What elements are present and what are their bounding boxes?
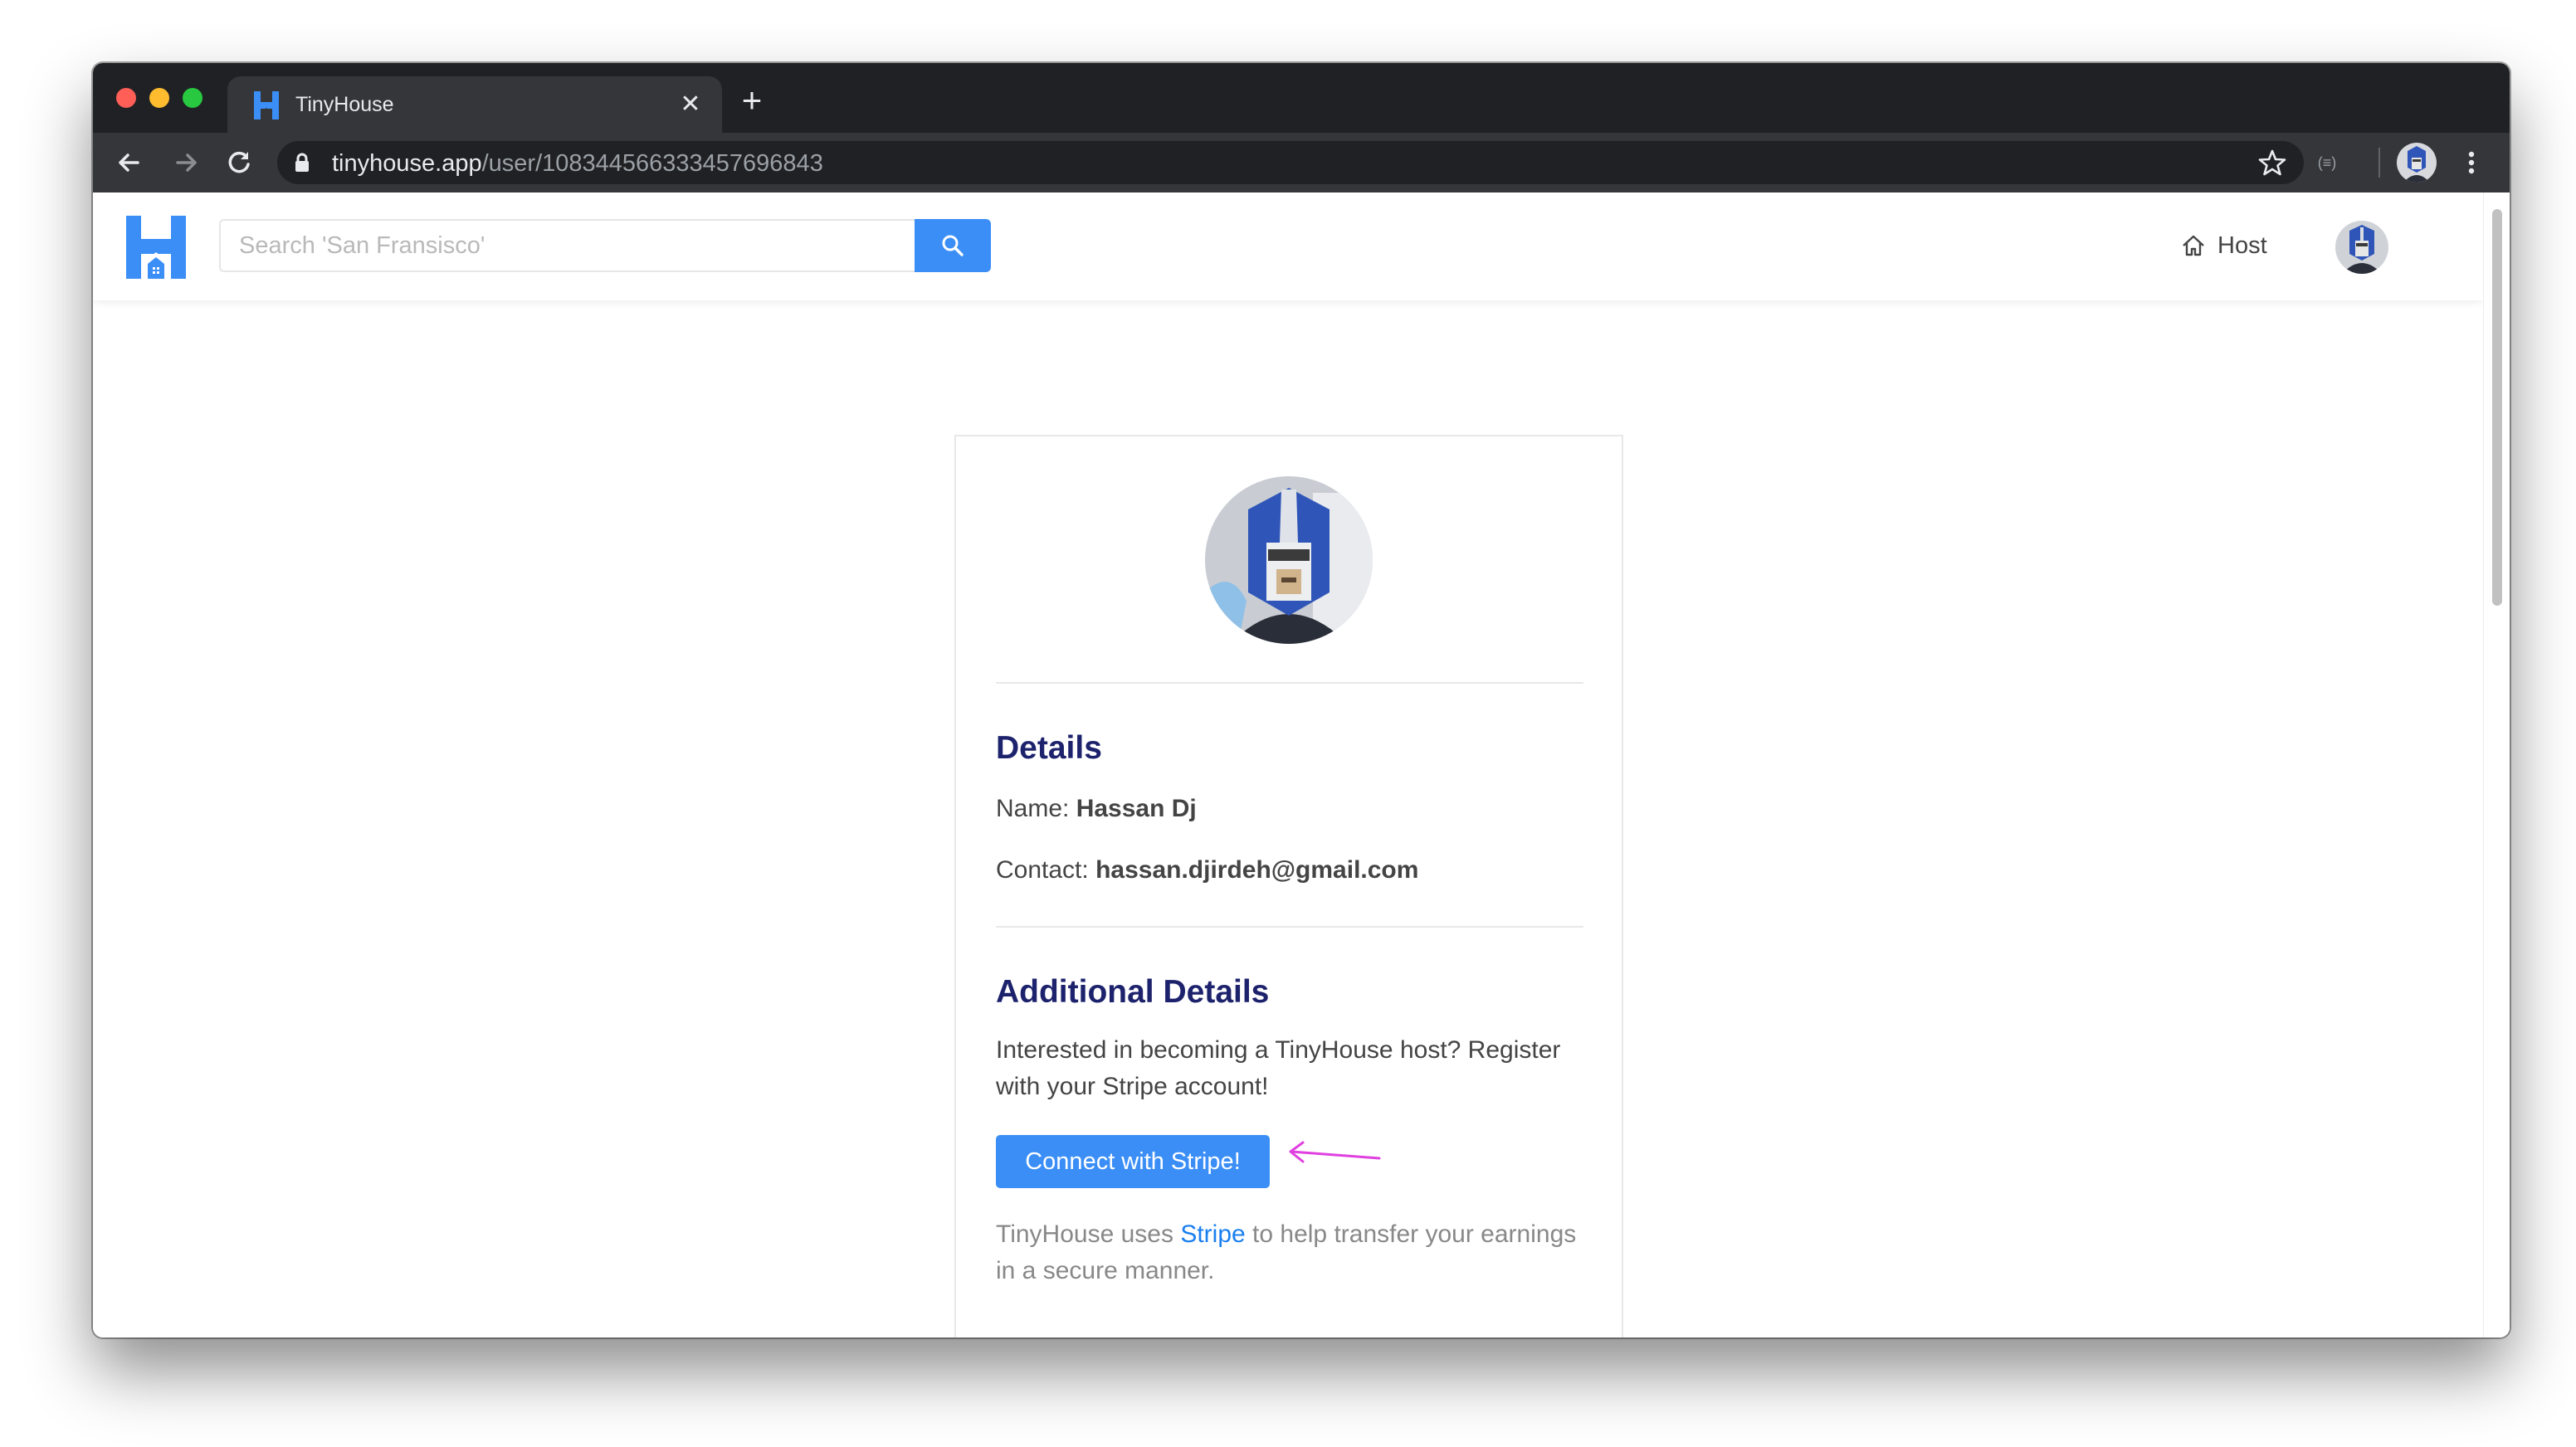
maximize-window-button[interactable] xyxy=(183,88,202,108)
user-avatar-menu[interactable] xyxy=(2335,221,2388,274)
url-path: /user/108344566333457696843 xyxy=(481,150,823,177)
tinyhouse-favicon-icon xyxy=(254,91,279,119)
arrow-right-icon xyxy=(176,153,197,172)
search-button[interactable] xyxy=(915,219,991,272)
reload-button[interactable] xyxy=(221,144,257,181)
additional-details-title: Additional Details xyxy=(996,974,1270,1010)
name-label: Name: xyxy=(996,795,1070,822)
home-icon xyxy=(2183,235,2204,256)
app-header: Host xyxy=(93,192,2483,300)
host-link[interactable]: Host xyxy=(2181,229,2267,262)
tab-tinyhouse[interactable]: TinyHouse ✕ xyxy=(227,76,722,133)
page-scrollbar[interactable] xyxy=(2483,192,2510,1337)
toolbar-separator xyxy=(2378,148,2380,178)
url-text: tinyhouse.app/user/108344566333457696843 xyxy=(332,150,823,178)
host-prompt-text: Interested in becoming a TinyHouse host?… xyxy=(996,1036,1561,1100)
search-icon xyxy=(942,235,964,256)
browser-toolbar: tinyhouse.app/user/108344566333457696843… xyxy=(93,133,2510,192)
avatar-image xyxy=(2335,221,2388,274)
star-icon[interactable] xyxy=(2257,148,2287,178)
contact-detail: Contact: hassan.djirdeh@gmail.com xyxy=(996,856,1418,884)
browser-window: TinyHouse ✕ + tinyhouse.app/user/1083445… xyxy=(93,63,2510,1337)
contact-label: Contact: xyxy=(996,856,1089,884)
avatar-image xyxy=(2397,143,2437,183)
avatar-image xyxy=(1205,476,1373,644)
arrow-left-icon xyxy=(119,153,139,172)
tinyhouse-logo[interactable] xyxy=(126,216,186,279)
tab-title: TinyHouse xyxy=(295,93,394,116)
tab-close-icon[interactable]: ✕ xyxy=(674,88,707,121)
page-viewport: Host xyxy=(93,192,2510,1337)
search-input[interactable] xyxy=(219,219,915,272)
close-window-button[interactable] xyxy=(116,88,136,108)
browser-profile-avatar[interactable] xyxy=(2397,143,2437,183)
address-bar[interactable]: tinyhouse.app/user/108344566333457696843 xyxy=(277,141,2304,184)
lock-icon xyxy=(295,153,309,172)
details-title: Details xyxy=(996,730,1102,766)
forward-button[interactable] xyxy=(168,144,204,181)
divider xyxy=(996,682,1583,684)
divider xyxy=(996,926,1583,928)
url-domain: tinyhouse.app xyxy=(332,150,482,177)
host-label: Host xyxy=(2217,231,2267,259)
extension-icon[interactable]: (≡) xyxy=(2310,148,2344,178)
scrollbar-thumb[interactable] xyxy=(2492,209,2502,606)
back-button[interactable] xyxy=(111,144,148,181)
name-value: Hassan Dj xyxy=(1076,795,1197,822)
kebab-icon[interactable] xyxy=(2455,144,2488,181)
minimize-window-button[interactable] xyxy=(149,88,169,108)
stripe-footnote: TinyHouse uses Stripe to help transfer y… xyxy=(996,1216,1593,1289)
contact-value: hassan.djirdeh@gmail.com xyxy=(1095,856,1419,884)
stripe-link[interactable]: Stripe xyxy=(1180,1220,1245,1248)
user-profile-card: Details Name: Hassan Dj Contact: hassan.… xyxy=(954,435,1623,1337)
footnote-prefix: TinyHouse uses xyxy=(996,1220,1181,1248)
reload-icon xyxy=(228,151,250,173)
annotation-arrow-icon xyxy=(1289,1141,1381,1163)
search-bar xyxy=(219,219,991,272)
tab-strip: TinyHouse ✕ + xyxy=(93,63,2510,133)
name-detail: Name: Hassan Dj xyxy=(996,795,1197,823)
profile-avatar xyxy=(1205,476,1373,644)
connect-stripe-button[interactable]: Connect with Stripe! xyxy=(996,1135,1270,1188)
new-tab-button[interactable]: + xyxy=(735,83,768,118)
